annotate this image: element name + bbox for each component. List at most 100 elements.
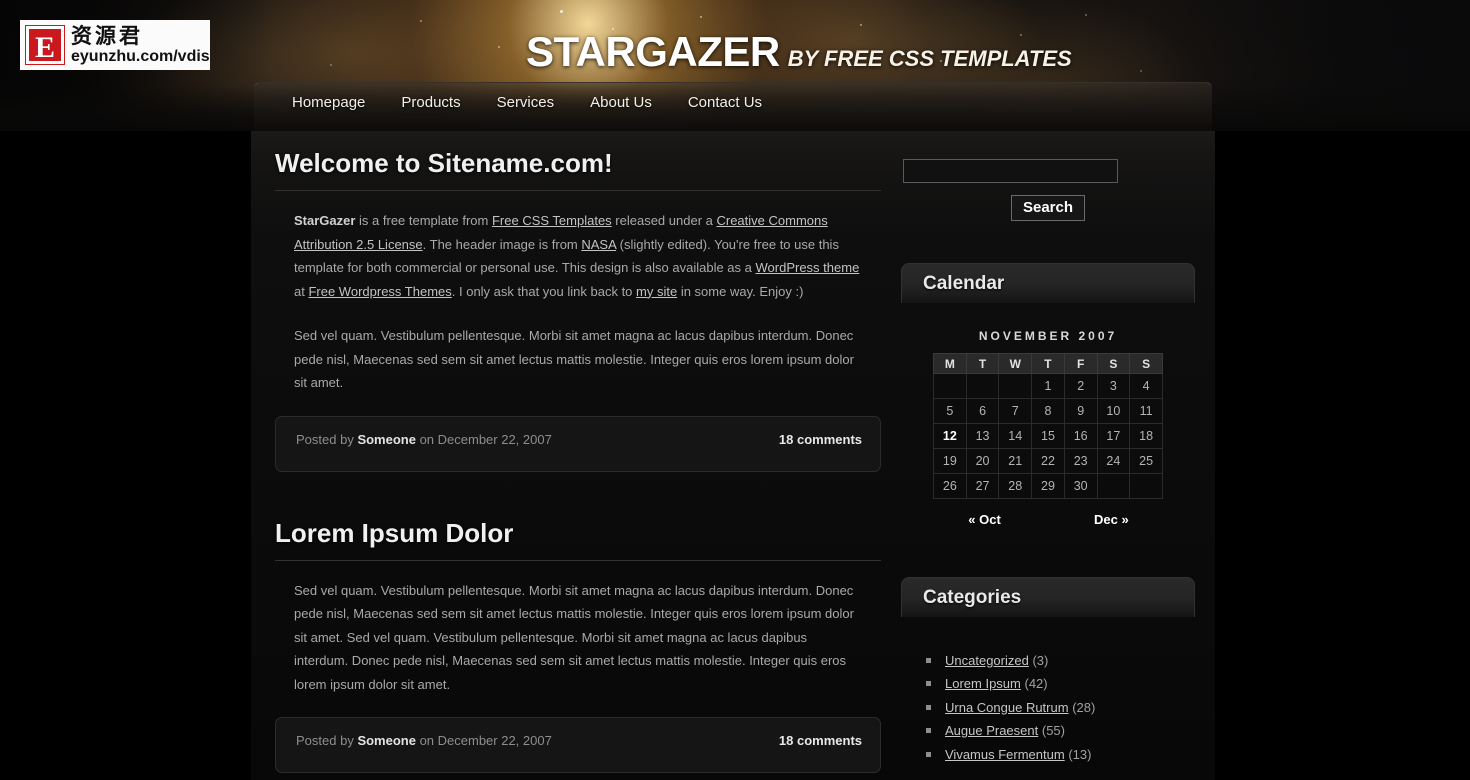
nav-link-contact-us[interactable]: Contact Us xyxy=(670,83,780,111)
post-paragraph-intro: StarGazer is a free template from Free C… xyxy=(294,209,862,303)
nav-link-products[interactable]: Products xyxy=(383,83,478,111)
calendar-next-month-link[interactable]: Dec » xyxy=(1094,512,1129,527)
link-free-wordpress-themes[interactable]: Free Wordpress Themes xyxy=(308,284,451,299)
calendar-prev-cell: « Oct xyxy=(934,499,1032,533)
category-link-0[interactable]: Uncategorized xyxy=(945,653,1029,668)
post-title: Lorem Ipsum Dolor xyxy=(275,518,881,561)
content-column: Welcome to Sitename.com! StarGazer is a … xyxy=(275,148,881,780)
post-comments-link[interactable]: 18 comments xyxy=(779,733,862,748)
calendar-day-3[interactable]: 3 xyxy=(1096,373,1131,399)
calendar-widget: Calendar NOVEMBER 2007 M T W T F S S 1 2… xyxy=(901,263,1195,533)
category-link-4[interactable]: Vivamus Fermentum xyxy=(945,747,1065,762)
calendar-day-25[interactable]: 25 xyxy=(1129,448,1163,474)
categories-widget: Categories Uncategorized (3) Lorem Ipsum … xyxy=(901,576,1195,767)
category-link-1[interactable]: Lorem Ipsum xyxy=(945,676,1021,691)
posted-by-label: Posted by xyxy=(296,733,358,748)
calendar-day-28[interactable]: 28 xyxy=(998,473,1033,499)
categories-widget-body: Uncategorized (3) Lorem Ipsum (42) Urna Co… xyxy=(901,617,1195,767)
post-text-1: is a free template from xyxy=(355,213,492,228)
post-meta-author-line: Posted by Someone on December 22, 2007 xyxy=(296,733,552,748)
post-meta-bar: Posted by Someone on December 22, 2007 1… xyxy=(275,717,881,773)
calendar-day-29[interactable]: 29 xyxy=(1031,473,1065,499)
calendar-day-10[interactable]: 10 xyxy=(1096,398,1131,424)
category-count: (55) xyxy=(1041,723,1065,738)
calendar-weekday: M xyxy=(933,353,967,374)
calendar-week-row: 5 6 7 8 9 10 11 xyxy=(933,398,1163,424)
calendar-day-18[interactable]: 18 xyxy=(1129,423,1163,449)
calendar-day-4[interactable]: 4 xyxy=(1129,373,1163,399)
post-author: Someone xyxy=(357,431,416,447)
calendar-day-12[interactable]: 12 xyxy=(933,423,967,449)
category-link-3[interactable]: Augue Praesent xyxy=(945,723,1038,738)
calendar-day-14[interactable]: 14 xyxy=(998,423,1033,449)
calendar-weekday: T xyxy=(965,353,1000,374)
site-title: STARGAZER xyxy=(526,28,780,75)
calendar-day-23[interactable]: 23 xyxy=(1063,448,1098,474)
calendar-day-6[interactable]: 6 xyxy=(965,398,1000,424)
calendar-day-15[interactable]: 15 xyxy=(1031,423,1065,449)
calendar-weekday: T xyxy=(1031,353,1065,374)
post-paragraph-body: Sed vel quam. Vestibulum pellentesque. M… xyxy=(294,328,854,390)
calendar-day-20[interactable]: 20 xyxy=(965,448,1000,474)
post-date: December 22, 2007 xyxy=(437,733,552,748)
calendar-day-26[interactable]: 26 xyxy=(933,473,967,499)
calendar-day-2[interactable]: 2 xyxy=(1063,373,1098,399)
nav-link-about-us[interactable]: About Us xyxy=(572,83,670,111)
calendar-day-5[interactable]: 5 xyxy=(933,398,967,424)
calendar-day-30[interactable]: 30 xyxy=(1063,473,1098,499)
calendar-day-11[interactable]: 11 xyxy=(1129,398,1163,424)
post-title: Welcome to Sitename.com! xyxy=(275,148,881,191)
watermark-chinese-label: 资源君 xyxy=(71,23,143,48)
calendar-foot: « Oct Dec » xyxy=(934,499,1163,533)
post-meta-author-line: Posted by Someone on December 22, 2007 xyxy=(296,432,552,447)
nav-link-homepage[interactable]: Homepage xyxy=(274,83,383,111)
calendar-empty-cell xyxy=(933,373,967,399)
calendar-empty-cell xyxy=(998,373,1033,399)
category-list-item: Lorem Ipsum (42) xyxy=(926,672,1195,696)
calendar-day-16[interactable]: 16 xyxy=(1063,423,1098,449)
calendar-prev-month-link[interactable]: « Oct xyxy=(968,512,1001,527)
calendar-day-9[interactable]: 9 xyxy=(1063,398,1098,424)
nav-item-services[interactable]: Services xyxy=(479,83,573,111)
calendar-day-21[interactable]: 21 xyxy=(998,448,1033,474)
category-link-2[interactable]: Urna Congue Rutrum xyxy=(945,700,1069,715)
link-my-site[interactable]: my site xyxy=(636,284,677,299)
post-text-6: . I only ask that you link back to xyxy=(451,283,637,299)
calendar-day-17[interactable]: 17 xyxy=(1096,423,1131,449)
post-date: December 22, 2007 xyxy=(437,431,552,447)
search-button[interactable]: Search xyxy=(1010,195,1086,221)
post-text-3: . The header image is from xyxy=(422,236,582,252)
site-wrapper: STARGAZER BY FREE CSS TEMPLATES Homepage … xyxy=(0,0,1470,780)
nav-item-about-us[interactable]: About Us xyxy=(572,83,670,111)
calendar-day-24[interactable]: 24 xyxy=(1096,448,1131,474)
calendar-widget-title: Calendar xyxy=(901,263,1195,303)
category-list-item: Augue Praesent (55) xyxy=(926,719,1195,743)
nav-item-products[interactable]: Products xyxy=(383,83,478,111)
calendar-empty-cell xyxy=(1096,473,1131,499)
post-comments-link[interactable]: 18 comments xyxy=(779,432,862,447)
watermark-logo: E 资源君 eyunzhu.com/vdisk xyxy=(20,20,210,70)
link-free-css-templates[interactable]: Free CSS Templates xyxy=(492,213,612,228)
calendar-next-cell: Dec » xyxy=(1064,499,1162,533)
category-list: Uncategorized (3) Lorem Ipsum (42) Urna Co… xyxy=(926,649,1195,767)
nav-link-services[interactable]: Services xyxy=(479,83,573,111)
post-text-5: at xyxy=(294,283,309,299)
calendar-head: M T W T F S S xyxy=(933,353,1163,374)
calendar-day-22[interactable]: 22 xyxy=(1031,448,1065,474)
calendar-day-19[interactable]: 19 xyxy=(933,448,967,474)
calendar-day-8[interactable]: 8 xyxy=(1031,398,1065,424)
post-meta-bar: Posted by Someone on December 22, 2007 1… xyxy=(275,415,881,472)
calendar-nav-spacer xyxy=(1032,499,1065,533)
calendar-day-7[interactable]: 7 xyxy=(998,398,1033,424)
nav-item-contact-us[interactable]: Contact Us xyxy=(670,83,780,111)
calendar-body: 1 2 3 4 5 6 7 8 9 10 11 12 13 14 15 16 17 18 19 20 21 22 23 24 2… xyxy=(933,373,1163,499)
calendar-week-row: 19 20 21 22 23 24 25 xyxy=(933,448,1163,474)
link-nasa[interactable]: NASA xyxy=(581,237,616,252)
calendar-day-27[interactable]: 27 xyxy=(965,473,1000,499)
nav-item-homepage[interactable]: Homepage xyxy=(274,83,383,111)
search-input[interactable] xyxy=(903,159,1118,183)
calendar-day-13[interactable]: 13 xyxy=(965,423,1000,449)
calendar-day-1[interactable]: 1 xyxy=(1031,373,1065,399)
link-wordpress-theme[interactable]: WordPress theme xyxy=(756,260,860,275)
calendar-week-row: 12 13 14 15 16 17 18 xyxy=(933,423,1163,449)
